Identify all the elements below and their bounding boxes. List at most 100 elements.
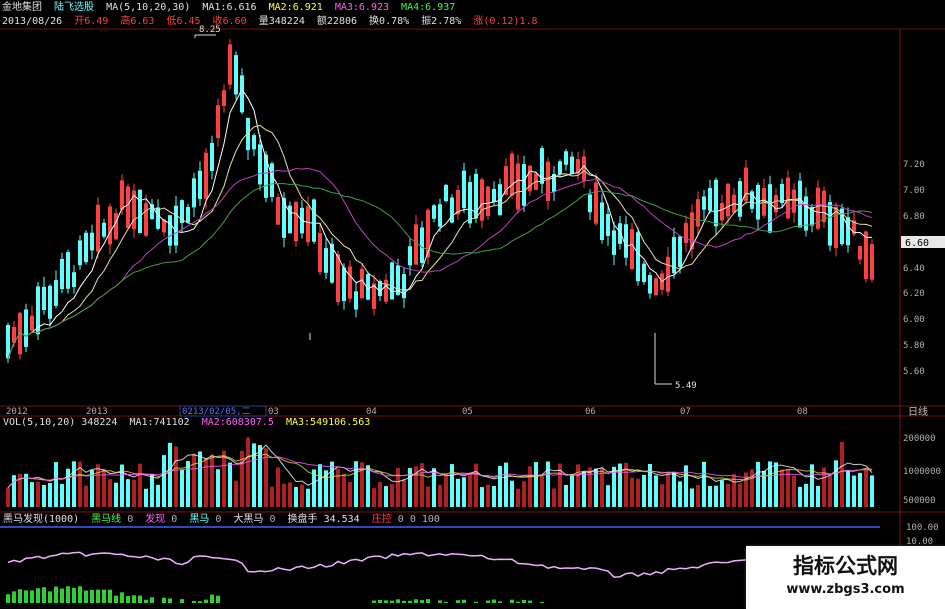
low-mark-label: 5.49 [675,381,697,391]
volume-bar [486,484,490,507]
candle-body [792,189,796,213]
volume-bar [588,467,592,507]
volume-bar [216,469,220,507]
volume-bar [702,461,706,507]
volume-bar [534,462,538,507]
indicator-bar [30,590,34,603]
candle-body [108,206,112,245]
volume-bar [234,480,238,507]
volume-bar [84,485,88,507]
volume-bar [402,479,406,507]
volume-bar [144,488,148,507]
time-tick: 06 [585,407,596,417]
candle-body [786,177,790,219]
time-tick: 03 [268,407,279,417]
indicator-bar [120,592,124,603]
volume-bar [456,478,460,507]
cursor-date: 0213/02/05,二 [182,407,251,417]
time-tick: 05 [462,407,473,417]
volume-bar [720,480,724,507]
indicator-bar [6,594,10,603]
candle-body [336,254,340,303]
volume-bar [738,483,742,507]
volume-bar [864,469,868,507]
volume-bar [276,467,280,507]
volume-bar [228,462,232,507]
volume-bar [504,462,508,507]
volume-bar [348,481,352,507]
candle-body [102,222,106,237]
volume-bar [816,485,820,507]
candle-body [702,196,706,210]
candle-body [72,272,76,287]
candle-body [186,207,190,223]
volume-bar [252,443,256,507]
candle-body [138,189,142,233]
candle-body [192,178,196,208]
indicator-bar [378,600,382,603]
volume-bar [336,468,340,507]
candle-body [78,240,82,266]
volume-bar [576,464,580,507]
candle-body [168,215,172,246]
volume-header: VOL(5,10,20) 348224 MA1:741102 MA2:60830… [3,417,376,429]
indicator-bar [138,595,142,603]
candle-body [174,205,178,246]
time-tick: 07 [680,407,691,417]
candle-body [624,224,628,258]
indicator-bar [210,594,214,603]
candle-body [846,217,850,246]
candle-body [42,286,46,311]
indicator-bar [402,600,406,603]
candle-body [48,285,52,319]
volume-bar [858,472,862,507]
indicator-bar [36,588,40,603]
chart-gap-mask [292,30,600,138]
indicator-bars [6,586,544,603]
indicator-bar [426,599,430,603]
candle-body [636,232,640,282]
high-mark-label: 8.25 [199,25,221,35]
candle-body [780,183,784,204]
volume-bar [72,461,76,507]
volume-current: 348224 [81,417,118,428]
candle-body [450,197,454,223]
candle-body [144,203,148,236]
candle-body [594,182,598,224]
candle-body [210,142,214,172]
price-tick: 6.20 [903,289,925,299]
volume-bar [366,465,370,507]
candle-body [870,244,874,280]
candle-body [612,230,616,255]
volume-bar [726,483,730,507]
indicator-item-label: 发现 [145,514,166,525]
indicator-bar [522,599,526,603]
volume-title[interactable]: VOL(5,10,20) [3,417,75,428]
candle-body [864,231,868,280]
indicator-bar [492,599,496,603]
current-price-label: 6.60 [905,238,929,249]
time-tick: 2013 [86,407,108,417]
indicator-bar [114,595,118,603]
indicator-bar [192,601,196,603]
volume-bar [306,488,310,507]
volume-bar [426,486,430,507]
candle-body [234,55,238,95]
candle-body [510,153,514,196]
indicator-item-label: 大黑马 [233,514,264,525]
candle-body [558,161,562,175]
indicator-bar [474,601,478,603]
candle-body [318,232,322,273]
candle-body [588,194,592,213]
indicator-item-value: 0 [397,514,404,525]
volume-tick: 1000000 [903,467,941,477]
volume-bar [528,466,532,507]
volume-bar [552,488,556,507]
candle-body [774,195,778,213]
volume-ma-line [7,444,873,489]
candle-body [600,202,604,241]
volume-bar [630,477,634,507]
volume-bar [54,462,58,507]
candle-body [438,204,442,227]
indicator-title[interactable]: 黑马发现(1000) [3,514,79,525]
